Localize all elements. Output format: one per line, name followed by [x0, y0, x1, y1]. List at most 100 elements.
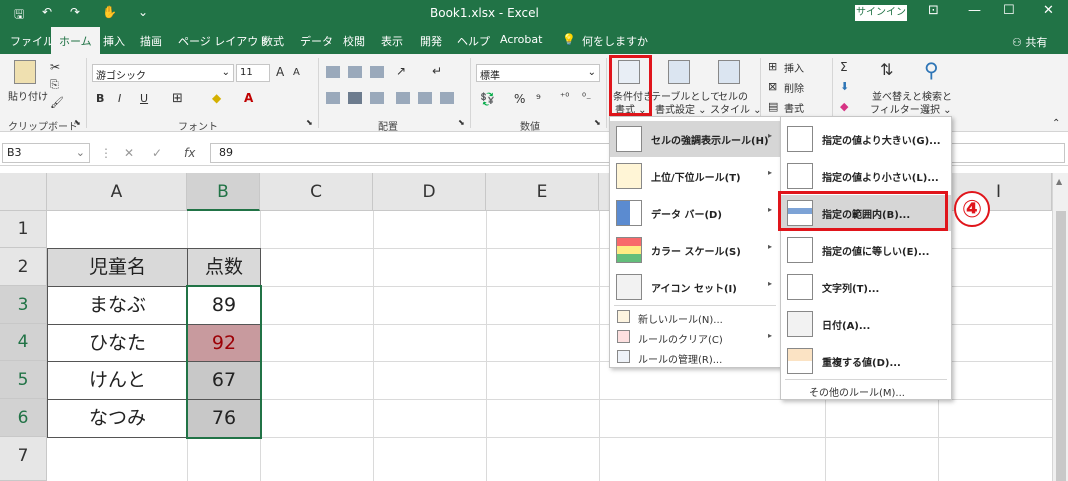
- indent-increase-icon[interactable]: [418, 92, 432, 104]
- paste-icon[interactable]: [14, 60, 36, 84]
- tab-draw[interactable]: 描画: [140, 33, 162, 49]
- table-cell-name[interactable]: まなぶ: [47, 286, 188, 325]
- tab-view[interactable]: 表示: [381, 33, 403, 49]
- table-cell-name[interactable]: ひなた: [47, 324, 188, 362]
- find-select-label2[interactable]: 選択 ⌄: [920, 101, 952, 116]
- insert-cells-button[interactable]: 挿入: [784, 60, 804, 75]
- format-as-table-icon[interactable]: [668, 60, 690, 84]
- table-header-name[interactable]: 児童名: [47, 248, 188, 287]
- name-box[interactable]: B3 ⌄: [2, 143, 90, 163]
- font-size-box[interactable]: 11: [236, 64, 270, 82]
- border-icon[interactable]: ⊞: [172, 91, 183, 106]
- tab-help[interactable]: ヘルプ: [457, 33, 490, 49]
- cancel-icon[interactable]: ✕: [124, 146, 134, 160]
- orientation-icon[interactable]: ↗: [396, 64, 406, 78]
- submenu-item-date-occurring[interactable]: 日付(A)...: [781, 306, 951, 342]
- clipboard-launcher-icon[interactable]: ⬊: [74, 118, 81, 127]
- save-icon[interactable]: 🖫: [14, 5, 24, 26]
- delete-cells-button[interactable]: 削除: [784, 80, 804, 95]
- decrease-decimal-icon[interactable]: ⁰₋: [582, 92, 591, 103]
- tab-home[interactable]: ホーム: [51, 27, 100, 54]
- touch-mode-icon[interactable]: ✋: [102, 5, 117, 19]
- insert-cells-icon[interactable]: ⊞: [768, 60, 777, 73]
- row-header-2[interactable]: 2: [0, 248, 47, 286]
- column-header-e[interactable]: E: [486, 173, 599, 211]
- column-header-a[interactable]: A: [47, 173, 187, 211]
- tab-formulas[interactable]: 数式: [262, 33, 284, 49]
- insert-function-button[interactable]: fx: [184, 146, 195, 160]
- indent-decrease-icon[interactable]: [396, 92, 410, 104]
- clear-icon[interactable]: ◆: [840, 100, 848, 113]
- bold-button[interactable]: B: [96, 92, 104, 105]
- scroll-up-icon[interactable]: ▲: [1056, 177, 1062, 186]
- number-format-box[interactable]: 標準 ⌄: [476, 64, 600, 82]
- paste-button[interactable]: 貼り付け: [8, 88, 48, 103]
- column-header-c[interactable]: C: [260, 173, 373, 211]
- minimize-button[interactable]: —: [968, 3, 981, 18]
- italic-button[interactable]: I: [118, 92, 121, 105]
- find-select-icon[interactable]: ⚲: [924, 58, 939, 82]
- format-painter-icon[interactable]: 🖌: [50, 96, 64, 109]
- row-header-4[interactable]: 4: [0, 324, 47, 361]
- select-all-corner[interactable]: [0, 173, 47, 211]
- copy-icon[interactable]: ⎘: [50, 78, 59, 92]
- row-header-1[interactable]: 1: [0, 211, 47, 248]
- comma-button[interactable]: ⁹: [536, 92, 541, 106]
- redo-icon[interactable]: ↷: [70, 5, 80, 19]
- cut-icon[interactable]: ✂: [50, 60, 60, 74]
- column-header-d[interactable]: D: [373, 173, 486, 211]
- tab-file[interactable]: ファイル: [10, 33, 54, 49]
- increase-decimal-icon[interactable]: ⁺⁰: [560, 92, 569, 103]
- table-header-score[interactable]: 点数: [187, 248, 261, 287]
- alignment-launcher-icon[interactable]: ⬊: [458, 118, 465, 127]
- submenu-item-duplicate-values[interactable]: 重複する値(D)...: [781, 343, 951, 379]
- column-header-b[interactable]: B: [187, 173, 260, 211]
- fill-icon[interactable]: ⬇: [840, 80, 849, 93]
- autosum-icon[interactable]: Σ: [840, 60, 848, 74]
- menu-item-highlight-cells-rules[interactable]: セルの強調表示ルール(H) ▸: [610, 121, 780, 157]
- tab-insert[interactable]: 挿入: [103, 33, 125, 49]
- percent-button[interactable]: %: [514, 92, 525, 106]
- align-middle-icon[interactable]: [348, 66, 362, 78]
- vertical-scrollbar[interactable]: ▲: [1052, 173, 1068, 481]
- undo-icon[interactable]: ↶: [42, 5, 52, 19]
- underline-button[interactable]: U: [140, 92, 148, 105]
- font-launcher-icon[interactable]: ⬊: [306, 118, 313, 127]
- align-center-icon[interactable]: [348, 92, 362, 104]
- delete-cells-icon[interactable]: ⊠: [768, 80, 777, 93]
- currency-icon[interactable]: 💱: [480, 92, 495, 106]
- grow-font-button[interactable]: A: [276, 65, 284, 79]
- merge-center-icon[interactable]: [440, 92, 454, 104]
- format-cells-icon[interactable]: ▤: [768, 100, 778, 113]
- submenu-item-greater-than[interactable]: 指定の値より大きい(G)...: [781, 121, 951, 157]
- sort-filter-icon[interactable]: ⇅: [880, 60, 893, 79]
- share-button[interactable]: ⚇ 共有: [1012, 34, 1047, 50]
- menu-item-new-rule[interactable]: 新しいルール(N)...: [610, 307, 780, 327]
- tab-acrobat[interactable]: Acrobat: [500, 33, 542, 46]
- menu-item-clear-rules[interactable]: ルールのクリア(C) ▸: [610, 327, 780, 347]
- row-header-5[interactable]: 5: [0, 361, 47, 399]
- wrap-text-icon[interactable]: ↵: [432, 64, 442, 78]
- format-as-table-label2[interactable]: 書式設定 ⌄: [655, 101, 707, 116]
- table-cell-name[interactable]: なつみ: [47, 399, 188, 438]
- font-name-box[interactable]: 游ゴシック ⌄: [92, 64, 234, 82]
- enter-icon[interactable]: ✓: [152, 146, 162, 160]
- submenu-item-less-than[interactable]: 指定の値より小さい(L)...: [781, 158, 951, 194]
- tab-page-layout[interactable]: ページ レイアウト: [178, 33, 269, 49]
- menu-item-data-bars[interactable]: データ バー(D) ▸: [610, 195, 780, 231]
- menu-item-manage-rules[interactable]: ルールの管理(R)...: [610, 347, 780, 367]
- tell-me-box[interactable]: 何をしますか: [582, 33, 648, 49]
- menu-item-color-scales[interactable]: カラー スケール(S) ▸: [610, 232, 780, 268]
- ribbon-display-icon[interactable]: ⊡: [928, 3, 939, 18]
- submenu-item-text-contains[interactable]: 文字列(T)...: [781, 269, 951, 305]
- submenu-item-equal-to[interactable]: 指定の値に等しい(E)...: [781, 232, 951, 268]
- format-cells-button[interactable]: 書式: [784, 100, 804, 115]
- row-header-3[interactable]: 3: [0, 286, 47, 324]
- font-color-icon[interactable]: A: [244, 91, 253, 105]
- tab-review[interactable]: 校閲: [343, 33, 365, 49]
- cell-styles-icon[interactable]: [718, 60, 740, 84]
- signin-button[interactable]: サインイン: [855, 5, 907, 21]
- cell-styles-label2[interactable]: スタイル ⌄: [710, 101, 762, 116]
- menu-item-top-bottom-rules[interactable]: 上位/下位ルール(T) ▸: [610, 158, 780, 194]
- number-launcher-icon[interactable]: ⬊: [594, 118, 601, 127]
